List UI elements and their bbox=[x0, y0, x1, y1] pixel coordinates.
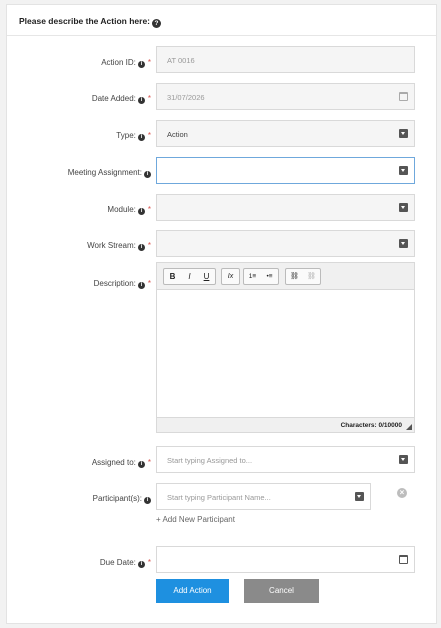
info-icon[interactable]: i bbox=[137, 97, 145, 104]
participants-label: Participant(s): i bbox=[93, 494, 151, 504]
action-id-field: AT 0016 bbox=[156, 46, 415, 73]
panel-title: Please describe the Action here:? bbox=[19, 16, 162, 28]
remove-participant-icon[interactable]: × bbox=[397, 488, 407, 498]
editor-toolbar: B I U Ix 1≡ •≡ ⛓ ⛓ bbox=[157, 263, 414, 290]
link-button[interactable]: ⛓ bbox=[286, 269, 303, 284]
action-id-label: Action ID: i * bbox=[101, 58, 151, 68]
participants-select[interactable]: Start typing Participant Name... bbox=[156, 483, 371, 510]
add-participant-link[interactable]: + Add New Participant bbox=[156, 515, 235, 524]
format-group: B I U bbox=[163, 268, 216, 285]
type-value: Action bbox=[167, 130, 188, 139]
info-icon[interactable]: i bbox=[137, 61, 145, 68]
italic-button[interactable]: I bbox=[181, 269, 198, 284]
chevron-down-icon[interactable] bbox=[355, 492, 364, 501]
module-label: Module: i * bbox=[107, 205, 151, 215]
calendar-icon[interactable] bbox=[399, 555, 408, 564]
assigned-to-select[interactable]: Start typing Assigned to... bbox=[156, 446, 415, 473]
chevron-down-icon[interactable] bbox=[399, 203, 408, 212]
info-icon[interactable]: i bbox=[137, 282, 145, 289]
chevron-down-icon[interactable] bbox=[399, 239, 408, 248]
type-label: Type: i * bbox=[116, 131, 151, 141]
type-select[interactable]: Action bbox=[156, 120, 415, 147]
description-textarea[interactable] bbox=[157, 290, 414, 417]
clear-format-group: Ix bbox=[221, 268, 240, 285]
assigned-to-placeholder: Start typing Assigned to... bbox=[167, 456, 253, 465]
info-icon[interactable]: i bbox=[137, 208, 145, 215]
participants-placeholder: Start typing Participant Name... bbox=[167, 493, 271, 502]
description-editor: B I U Ix 1≡ •≡ ⛓ ⛓ Characters: 0/10000 bbox=[156, 262, 415, 433]
bold-button[interactable]: B bbox=[164, 269, 181, 284]
chevron-down-icon[interactable] bbox=[399, 166, 408, 175]
due-date-field[interactable] bbox=[156, 546, 415, 573]
info-icon[interactable]: i bbox=[137, 244, 145, 251]
info-icon[interactable]: i bbox=[144, 171, 151, 178]
cancel-button[interactable]: Cancel bbox=[244, 579, 319, 603]
action-id-value: AT 0016 bbox=[167, 56, 195, 65]
clear-format-button[interactable]: Ix bbox=[222, 269, 239, 284]
assigned-to-label: Assigned to: i * bbox=[91, 458, 151, 468]
editor-footer: Characters: 0/10000 bbox=[157, 417, 414, 432]
meeting-assignment-select[interactable] bbox=[156, 157, 415, 184]
help-icon[interactable]: ? bbox=[152, 19, 162, 28]
resize-grip-icon[interactable] bbox=[406, 424, 412, 430]
ordered-list-button[interactable]: 1≡ bbox=[244, 269, 261, 284]
date-added-value: 31/07/2026 bbox=[167, 93, 205, 102]
link-group: ⛓ ⛓ bbox=[285, 268, 321, 285]
unlink-button[interactable]: ⛓ bbox=[303, 269, 320, 284]
required-marker: * bbox=[147, 94, 151, 103]
info-icon[interactable]: i bbox=[144, 497, 151, 504]
required-marker: * bbox=[147, 458, 151, 467]
bullet-list-button[interactable]: •≡ bbox=[261, 269, 278, 284]
info-icon[interactable]: i bbox=[137, 561, 145, 568]
underline-button[interactable]: U bbox=[198, 269, 215, 284]
calendar-icon bbox=[399, 92, 408, 101]
info-icon[interactable]: i bbox=[137, 461, 145, 468]
date-added-field: 31/07/2026 bbox=[156, 83, 415, 110]
description-label: Description: i * bbox=[93, 279, 151, 289]
work-stream-label: Work Stream: i * bbox=[87, 241, 151, 251]
add-action-button[interactable]: Add Action bbox=[156, 579, 229, 603]
list-group: 1≡ •≡ bbox=[243, 268, 279, 285]
date-added-label: Date Added: i * bbox=[91, 94, 151, 104]
chevron-down-icon[interactable] bbox=[399, 129, 408, 138]
meeting-assignment-label: Meeting Assignment: i bbox=[68, 168, 151, 178]
work-stream-select[interactable] bbox=[156, 230, 415, 257]
chevron-down-icon[interactable] bbox=[399, 455, 408, 464]
info-icon[interactable]: i bbox=[137, 134, 145, 141]
module-select[interactable] bbox=[156, 194, 415, 221]
required-marker: * bbox=[147, 558, 151, 567]
due-date-label: Due Date: i * bbox=[99, 558, 151, 568]
character-count: Characters: 0/10000 bbox=[340, 422, 402, 429]
required-marker: * bbox=[147, 279, 151, 288]
required-marker: * bbox=[147, 205, 151, 214]
panel-header: Please describe the Action here:? bbox=[7, 5, 436, 36]
required-marker: * bbox=[147, 58, 151, 67]
required-marker: * bbox=[147, 131, 151, 140]
required-marker: * bbox=[147, 241, 151, 250]
